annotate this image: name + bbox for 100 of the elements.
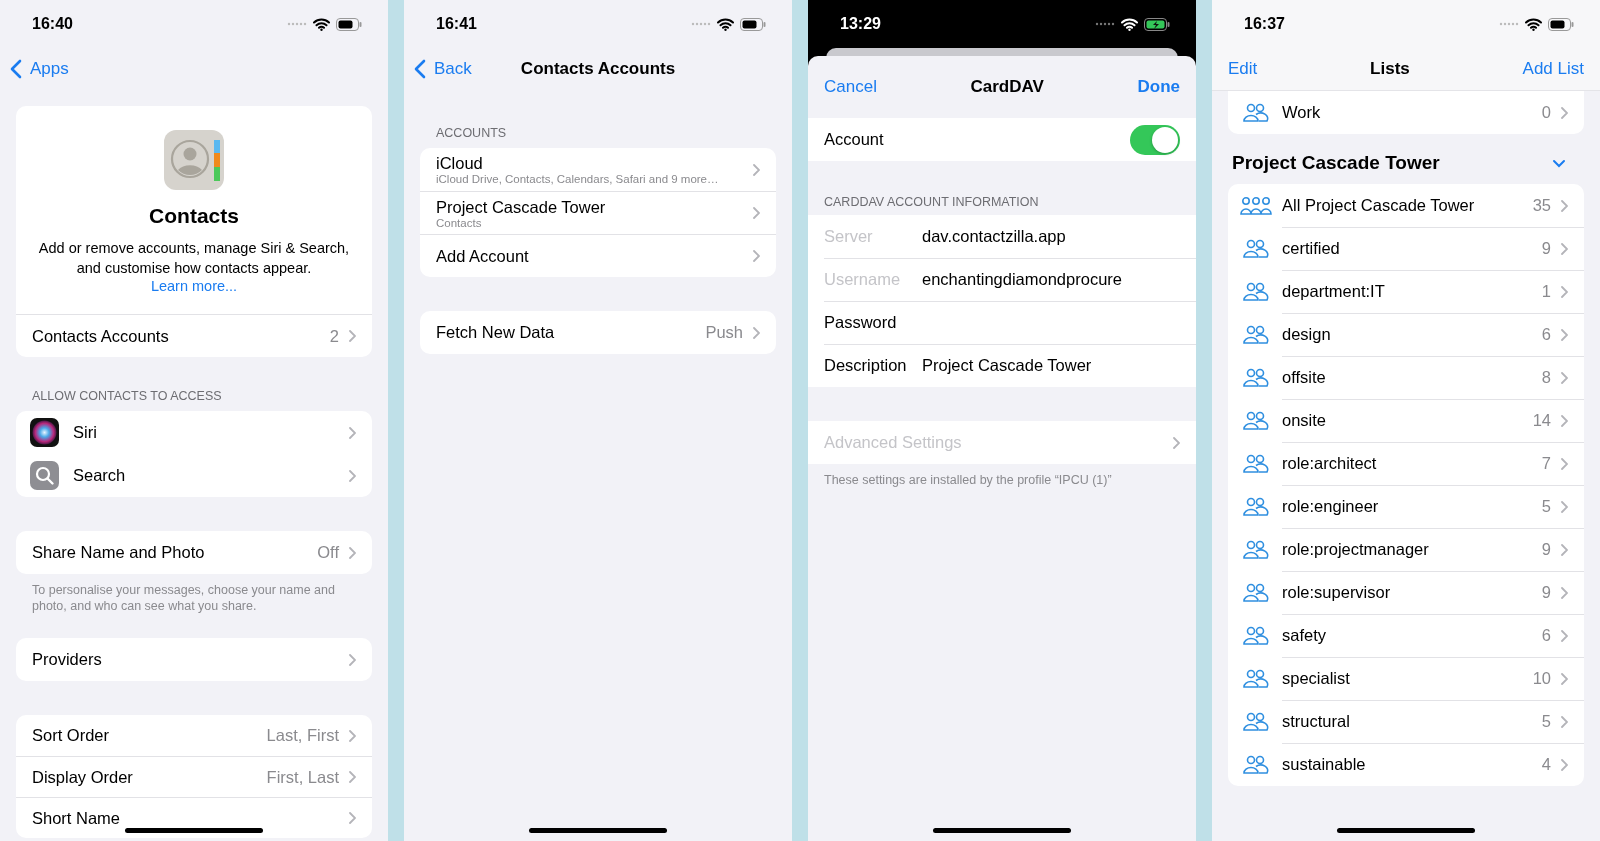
screen-title: Contacts Accounts	[520, 59, 676, 79]
list-row[interactable]: Work 0	[1228, 91, 1584, 134]
list-row[interactable]: Sort Order Last, First	[16, 715, 372, 756]
account-name: Project Cascade Tower	[436, 197, 607, 217]
list-row[interactable]: Search	[16, 454, 372, 497]
list-name: safety	[1282, 625, 1328, 646]
list-row[interactable]: Share Name and Photo Off	[16, 531, 372, 574]
list-name: sustainable	[1282, 754, 1367, 775]
list-row[interactable]: offsite 8	[1228, 356, 1584, 399]
chevron-right-icon	[753, 250, 760, 262]
list-row[interactable]: certified 9	[1228, 227, 1584, 270]
chevron-down-icon[interactable]	[1552, 158, 1566, 168]
sheet-title: CardDAV	[970, 77, 1044, 97]
signal-icon	[691, 22, 711, 26]
signal-icon	[1095, 22, 1115, 26]
list-count: 5	[1541, 712, 1551, 731]
chevron-right-icon	[349, 469, 356, 482]
list-count: 6	[1541, 325, 1551, 344]
chevron-right-icon	[1561, 629, 1568, 642]
chevron-left-icon	[414, 59, 426, 79]
list-row[interactable]: Siri	[16, 411, 372, 454]
row-value: First, Last	[266, 767, 339, 787]
account-detail: Contacts	[436, 216, 483, 229]
list-row[interactable]: department:IT 1	[1228, 270, 1584, 313]
chevron-right-icon	[349, 546, 356, 559]
chevron-right-icon	[753, 326, 760, 339]
chevron-right-icon	[1561, 500, 1568, 513]
account-row[interactable]: Add Account	[420, 234, 776, 277]
list-name: offsite	[1282, 367, 1327, 388]
list-row[interactable]: sustainable 4	[1228, 743, 1584, 786]
list-row[interactable]: design 6	[1228, 313, 1584, 356]
list-row[interactable]: Contacts Accounts 2	[16, 314, 372, 357]
chevron-right-icon	[1561, 414, 1568, 427]
list-count: 9	[1541, 583, 1551, 602]
row-value: 2	[329, 326, 339, 346]
list-count: 5	[1541, 497, 1551, 516]
group-title: Project Cascade Tower	[1232, 152, 1440, 174]
list-name: Work	[1282, 103, 1322, 122]
list-row[interactable]: Display Order First, Last	[16, 756, 372, 797]
row-label: Advanced Settings	[824, 433, 963, 452]
back-link[interactable]: Apps	[10, 55, 69, 83]
done-button[interactable]: Done	[1137, 77, 1180, 97]
people-icon	[1240, 496, 1272, 517]
learn-more-link[interactable]: Learn more...	[150, 278, 238, 294]
app-title: Contacts	[149, 204, 239, 228]
list-row[interactable]: Fetch New Data Push	[420, 311, 776, 354]
field-label: Description	[824, 356, 908, 375]
siri-orb-icon	[30, 418, 59, 447]
list-row[interactable]: role:projectmanager 9	[1228, 528, 1584, 571]
field-label: Server	[824, 227, 874, 246]
list-row[interactable]: role:architect 7	[1228, 442, 1584, 485]
row-label: Siri	[73, 423, 98, 442]
chevron-right-icon	[349, 771, 356, 783]
chevron-right-icon	[349, 729, 356, 742]
list-count: 8	[1541, 368, 1551, 387]
row-label: Display Order	[32, 767, 134, 787]
input-field[interactable]: Project Cascade Tower	[922, 353, 1180, 378]
back-link[interactable]: Back	[414, 55, 472, 83]
list-row[interactable]: specialist 10	[1228, 657, 1584, 700]
row-value: Off	[317, 543, 339, 562]
account-toggle[interactable]	[1130, 124, 1180, 155]
wifi-icon	[1121, 17, 1138, 31]
cancel-button[interactable]: Cancel	[824, 77, 877, 97]
group-icon	[1240, 195, 1272, 216]
row-value: Push	[705, 323, 743, 342]
edit-button[interactable]: Edit	[1228, 59, 1258, 79]
row-label: Share Name and Photo	[32, 543, 206, 562]
row-label: Search	[73, 466, 127, 485]
list-row[interactable]: onsite 14	[1228, 399, 1584, 442]
account-row[interactable]: Project Cascade Tower Contacts	[420, 191, 776, 234]
chevron-right-icon	[1561, 199, 1568, 212]
chevron-right-icon	[349, 812, 356, 824]
list-count: 4	[1541, 755, 1551, 774]
signal-icon	[1499, 22, 1519, 26]
search-icon	[30, 461, 59, 490]
chevron-right-icon	[1561, 457, 1568, 470]
list-row[interactable]: Providers	[16, 638, 372, 681]
add-list-button[interactable]: Add List	[1522, 59, 1584, 79]
chevron-right-icon	[1561, 106, 1568, 119]
section-header: CARDDAV ACCOUNT INFORMATION	[824, 195, 1040, 209]
signal-icon	[287, 22, 307, 26]
row-label: Sort Order	[32, 726, 111, 745]
screen-title: Lists	[1370, 59, 1410, 79]
row-label: Providers	[32, 650, 103, 669]
section-header: ALLOW CONTACTS TO ACCESS	[32, 389, 223, 403]
list-row[interactable]: All Project Cascade Tower 35	[1228, 184, 1584, 227]
row-label: Contacts Accounts	[32, 326, 170, 346]
list-count: 9	[1541, 239, 1551, 258]
account-row[interactable]: iCloud iCloud Drive, Contacts, Calendars, Safari and 9 more…	[420, 148, 776, 191]
list-row[interactable]: role:supervisor 9	[1228, 571, 1584, 614]
chevron-right-icon	[349, 653, 356, 666]
list-row[interactable]: role:engineer 5	[1228, 485, 1584, 528]
list-row[interactable]: safety 6	[1228, 614, 1584, 657]
list-name: certified	[1282, 238, 1341, 259]
chevron-right-icon	[1561, 242, 1568, 255]
list-name: department:IT	[1282, 281, 1386, 302]
chevron-right-icon	[349, 330, 356, 342]
list-name: role:engineer	[1282, 496, 1380, 517]
list-row[interactable]: structural 5	[1228, 700, 1584, 743]
list-count: 14	[1532, 411, 1551, 430]
